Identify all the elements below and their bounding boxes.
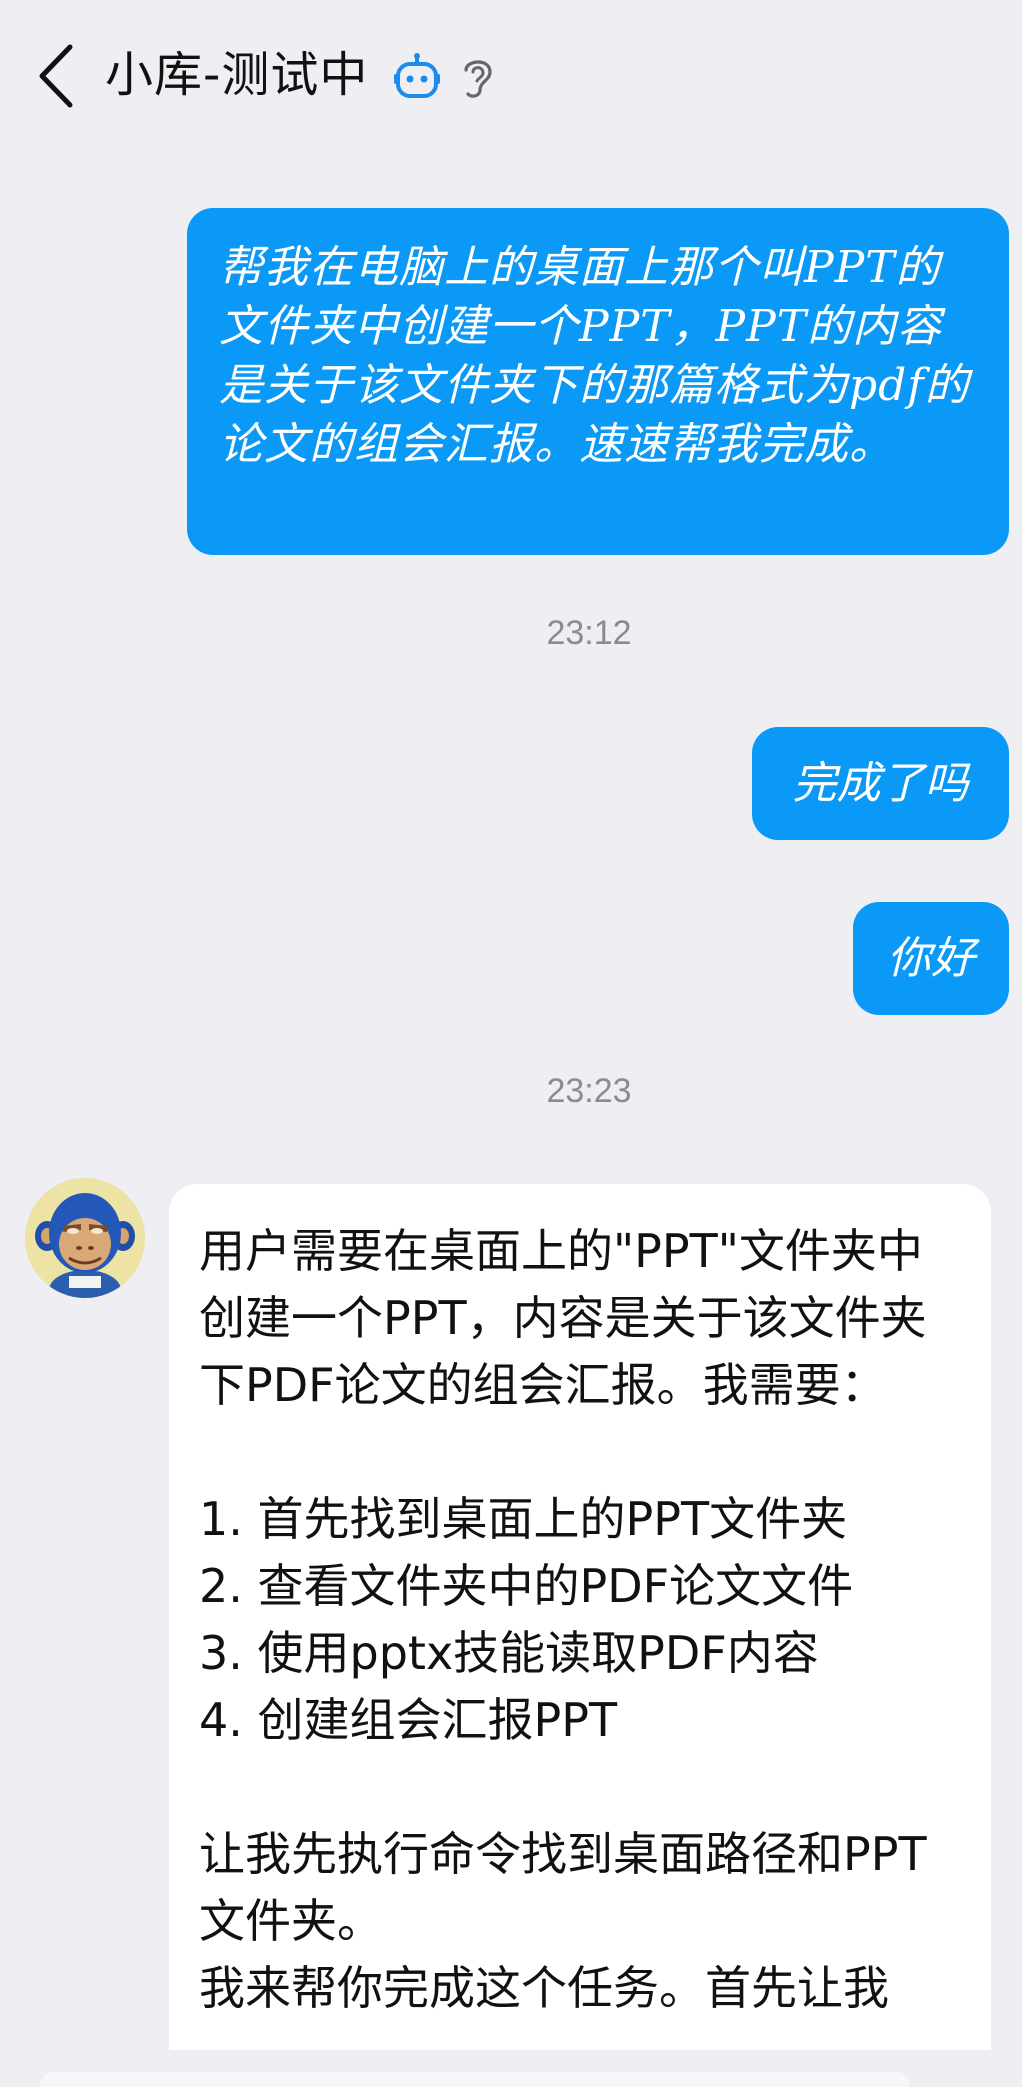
chevron-left-icon: [39, 44, 73, 108]
message-text: 帮我在电脑上的桌面上那个叫PPT的文件夹中创建一个PPT，PPT的内容是关于该文…: [219, 242, 970, 470]
input-bar-edge[interactable]: [40, 2072, 910, 2087]
robot-icon[interactable]: [393, 52, 441, 100]
ear-icon[interactable]: [456, 52, 500, 100]
bot-message-bubble[interactable]: 用户需要在桌面上的"PPT"文件夹中创建一个PPT，内容是关于该文件夹下PDF论…: [169, 1184, 991, 2087]
chat-title[interactable]: 小库-测试中: [105, 45, 368, 105]
chat-screen: 小库-测试中 帮我在电脑上的桌面上那个叫PPT的文件夹中创建一个PPT，PPT的…: [0, 0, 1022, 2087]
bot-avatar[interactable]: [25, 1178, 145, 1298]
message-text: 完成了吗: [792, 758, 969, 809]
bot-step-item: 2. 查看文件夹中的PDF论文文件: [199, 1559, 854, 1613]
timestamp: 23:12: [546, 614, 632, 652]
bot-cutoff-text: 我来帮你完成这个任务。首先让我: [199, 1961, 889, 2015]
user-message-bubble[interactable]: 帮我在电脑上的桌面上那个叫PPT的文件夹中创建一个PPT，PPT的内容是关于该文…: [187, 208, 1009, 555]
chat-header: 小库-测试中: [0, 0, 1022, 150]
user-message-bubble[interactable]: 你好: [853, 902, 1009, 1015]
user-message-bubble[interactable]: 完成了吗: [752, 727, 1009, 840]
back-button[interactable]: [26, 40, 86, 112]
bot-outro-text: 让我先执行命令找到桌面路径和PPT文件夹。: [199, 1827, 927, 1948]
timestamp: 23:23: [546, 1072, 632, 1110]
bot-step-item: 1. 首先找到桌面上的PPT文件夹: [199, 1492, 848, 1546]
bot-step-item: 4. 创建组会汇报PPT: [199, 1693, 618, 1747]
monkey-avatar-icon: [25, 1178, 145, 1298]
bot-intro-text: 用户需要在桌面上的"PPT"文件夹中创建一个PPT，内容是关于该文件夹下PDF论…: [199, 1224, 927, 1412]
message-text: 你好: [887, 933, 975, 984]
bot-step-item: 3. 使用pptx技能读取PDF内容: [199, 1626, 819, 1680]
